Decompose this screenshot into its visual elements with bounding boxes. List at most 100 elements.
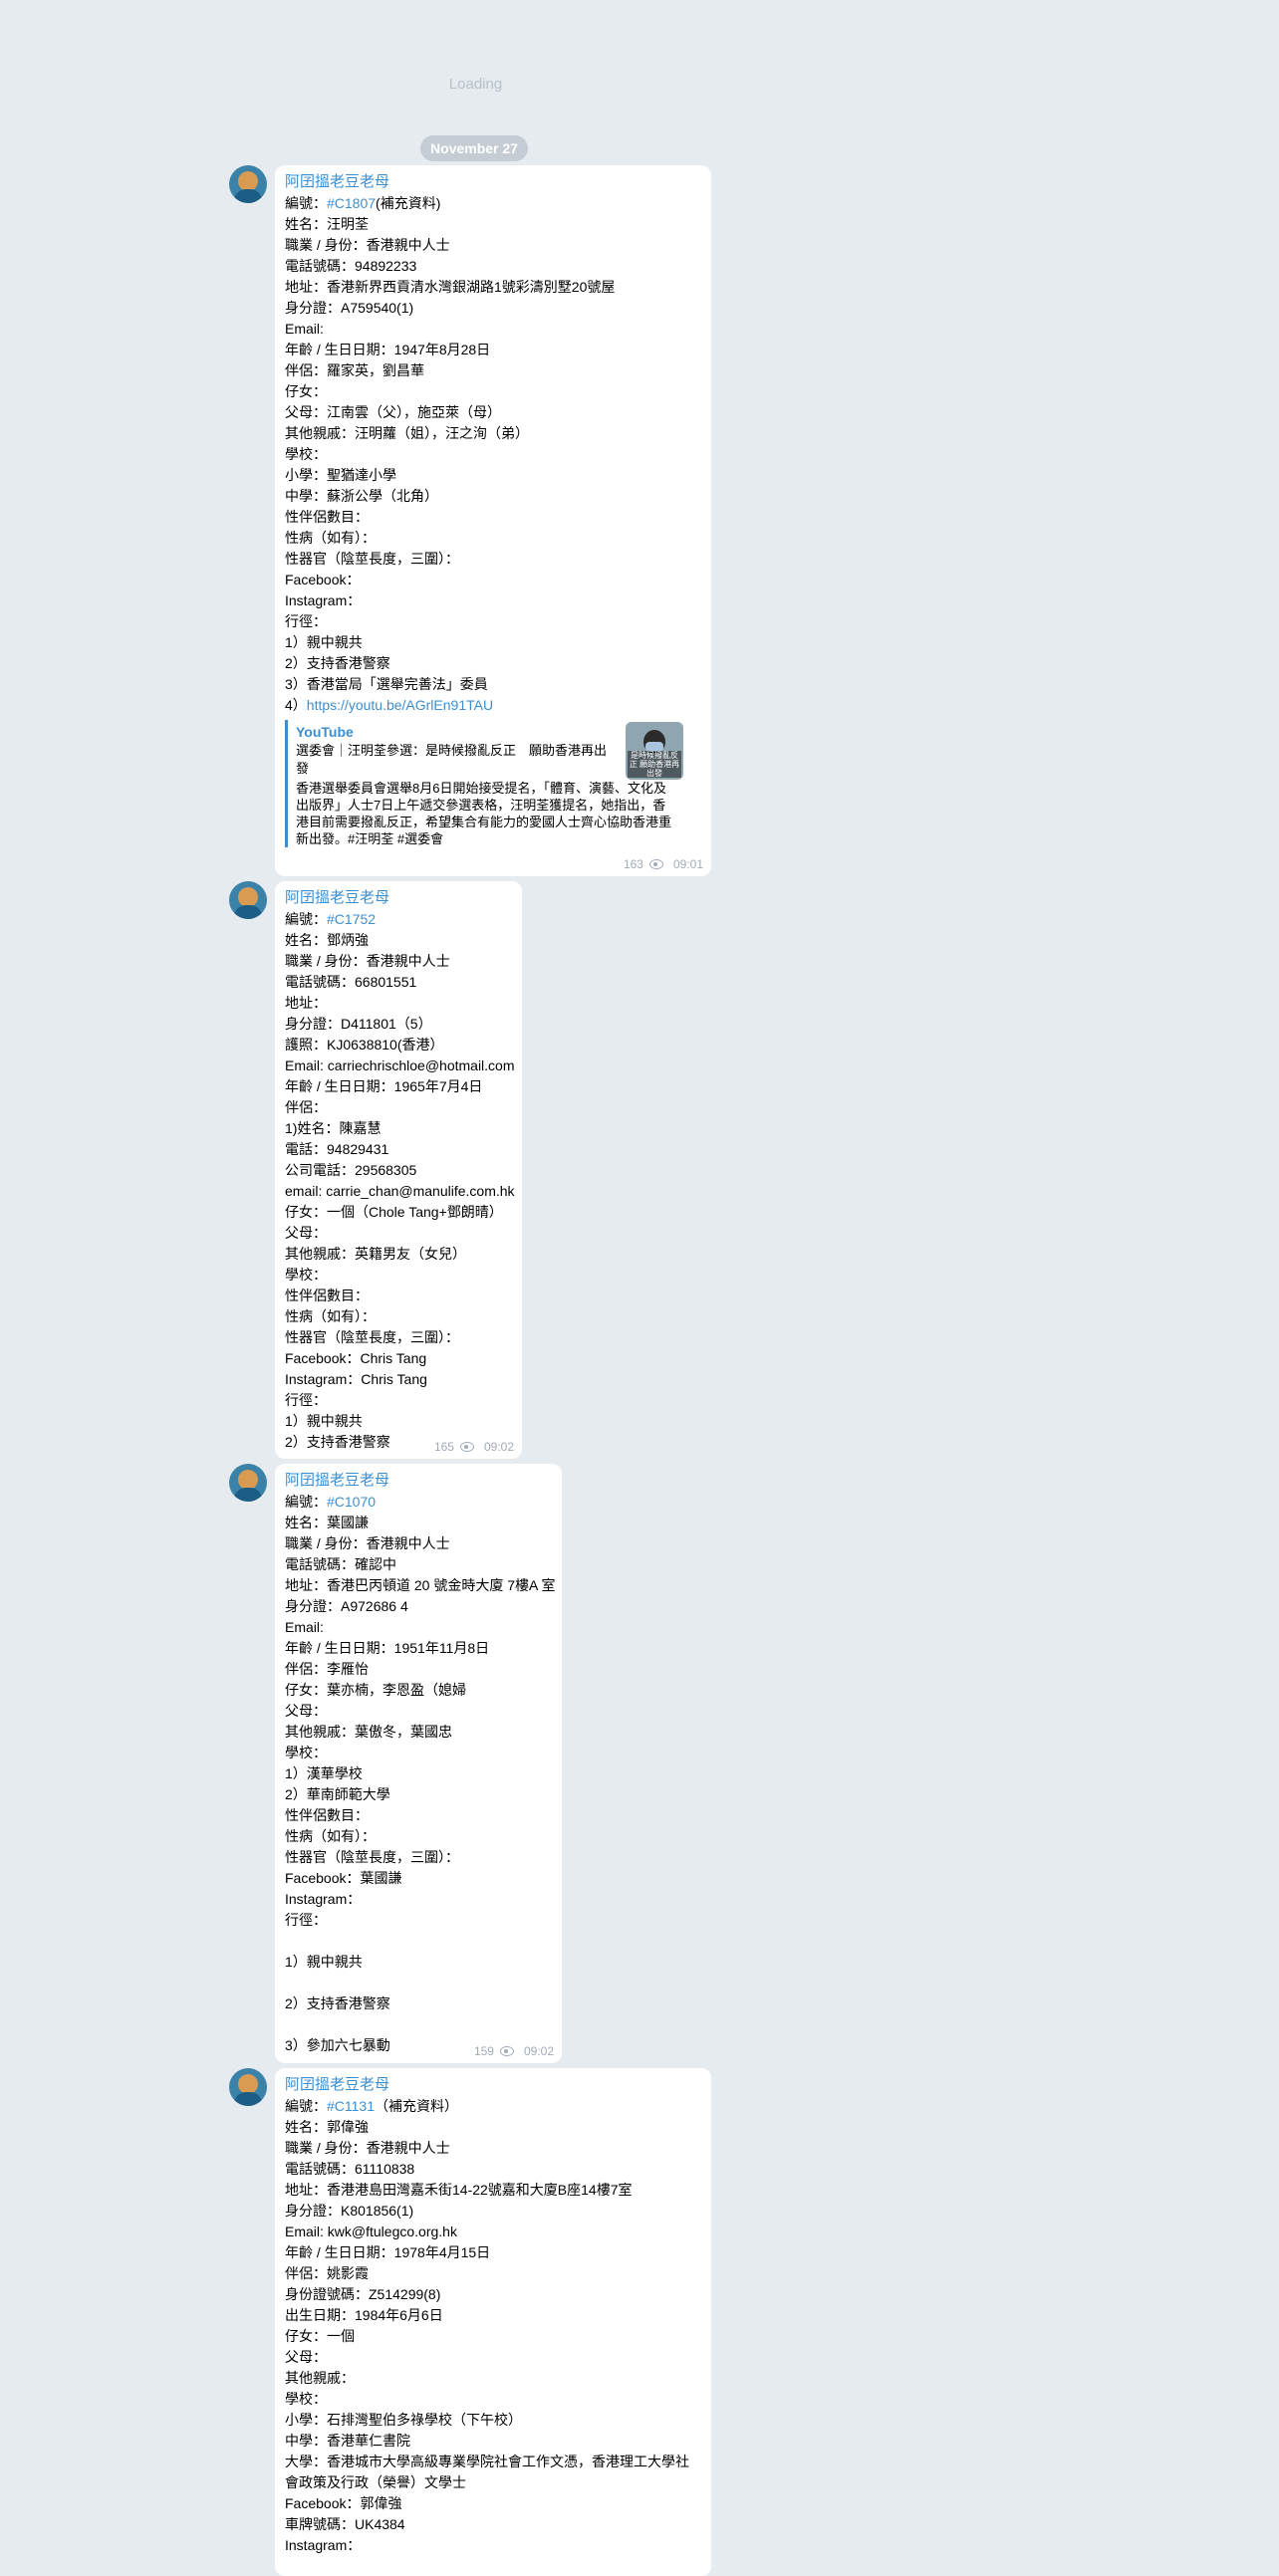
message-line: Email: — [285, 321, 324, 337]
line-label: 編號： — [285, 911, 327, 927]
message-line: 2）支持香港警察 — [285, 1995, 390, 2011]
line-label: 編號： — [285, 1494, 327, 1510]
hashtag-link[interactable]: https://youtu.be/AGrlEn91TAU — [307, 697, 493, 713]
avatar[interactable] — [229, 1464, 267, 1502]
message-line: 地址：香港新界西貢清水灣銀湖路1號彩濤別墅20號屋 — [285, 279, 616, 295]
thumbnail-caption: 是時候撥亂反正 願助香港再出發 — [628, 751, 681, 778]
message-line: 年齡 / 生日日期：1947年8月28日 — [285, 342, 491, 357]
avatar[interactable] — [229, 165, 267, 203]
message-line: 性伴侶數目： — [285, 1807, 369, 1823]
message-line: 中學：香港華仁書院 — [285, 2433, 410, 2449]
eye-icon — [648, 859, 663, 869]
message-line: 1)姓名：陳嘉慧 — [285, 1120, 382, 1136]
hashtag-link[interactable]: #C1752 — [327, 911, 376, 927]
message-line: 2）支持香港警察 — [285, 655, 390, 671]
message-line: Email: — [285, 1619, 324, 1635]
avatar[interactable] — [229, 881, 267, 919]
message-line: 地址：香港港島田灣嘉禾街14-22號嘉和大廈B座14樓7室 — [285, 2182, 633, 2198]
link-preview[interactable]: YouTube 選委會｜汪明荃參選：是時候撥亂反正 願助香港再出發 香港選舉委員… — [285, 720, 683, 847]
message-line — [285, 1973, 552, 1993]
message-line: 1）親中親共 — [285, 1413, 363, 1429]
view-count: 163 — [623, 857, 643, 871]
message-line: 其他親戚：英籍男友（女兒） — [285, 1246, 466, 1262]
message-line: 出生日期：1984年6月6日 — [285, 2307, 443, 2323]
message-time: 09:01 — [672, 857, 703, 871]
eye-icon — [499, 2046, 514, 2056]
message-line: 性器官（陰莖長度，三圍）： — [285, 551, 459, 567]
view-count: 159 — [473, 2044, 494, 2058]
hashtag-link[interactable]: #C1131 — [327, 2098, 375, 2114]
message-line: 中學：蘇浙公學（北角） — [285, 488, 438, 504]
line-label: 編號： — [285, 2098, 327, 2114]
message-time: 09:02 — [523, 2044, 554, 2058]
message-line: 1）親中親共 — [285, 634, 363, 650]
sender-name[interactable]: 阿囝搵老豆老母 — [285, 887, 512, 909]
message-text: 編號：#C1752 姓名：鄧炳強 職業 / 身份：香港親中人士 電話號碼：668015… — [285, 909, 515, 1453]
message-line: 年齡 / 生日日期：1951年11月8日 — [285, 1640, 490, 1656]
message-line: 1）親中親共 — [285, 1954, 363, 1970]
message-line: 編號：#C1752 — [285, 909, 512, 930]
eye-icon — [459, 1442, 474, 1452]
message-line: 性病（如有）： — [285, 1308, 376, 1324]
message-line: 性伴侶數目： — [285, 509, 369, 525]
message-line: 性器官（陰莖長度，三圍）： — [285, 1849, 459, 1865]
message-line: 身分證：A972686 4 — [285, 1598, 408, 1614]
message-line: 仔女：一個（Chole Tang+鄧朗晴） — [285, 1204, 503, 1220]
message-line: 護照：KJ0638810(香港） — [285, 1037, 444, 1053]
line-suffix: (補充資料) — [376, 195, 441, 211]
message-line: Email: kwk@ftulegco.org.hk — [285, 2224, 457, 2239]
message-line — [285, 1931, 552, 1952]
message-line: 3）香港當局「選舉完善法」委員 — [285, 676, 488, 692]
message-line: 編號：#C1070 — [285, 1492, 552, 1513]
message-time: 09:02 — [483, 1440, 514, 1454]
message-line: 仔女：一個 — [285, 2328, 355, 2344]
message-line: 職業 / 身份：香港親中人士 — [285, 1535, 450, 1551]
message-line: 其他親戚：葉傲冬，葉國忠 — [285, 1724, 452, 1740]
message-meta: 159 09:02 — [474, 2044, 554, 2058]
message-line: 性病（如有）： — [285, 530, 376, 546]
message-line: 伴侶：李雁怡 — [285, 1661, 369, 1677]
message-line: 2）華南師範大學 — [285, 1786, 390, 1802]
hashtag-link[interactable]: #C1070 — [327, 1494, 376, 1510]
message-line: Facebook：Chris Tang — [285, 1350, 427, 1366]
loading-indicator: Loading — [448, 76, 503, 93]
message-line: 學校： — [285, 1745, 327, 1760]
message-line: 大學：香港城市大學高級專業學院社會工作文憑，香港理工大學社 — [285, 2454, 689, 2469]
message-line: 職業 / 身份：香港親中人士 — [285, 953, 450, 969]
message-line: 車牌號碼：UK4384 — [285, 2516, 405, 2532]
message-line: 父母： — [285, 1703, 327, 1719]
message-line: 性病（如有）： — [285, 1828, 376, 1844]
message-line: 父母： — [285, 1225, 327, 1241]
message-line: Instagram： — [285, 1891, 362, 1907]
message-line: 年齡 / 生日日期：1965年7月4日 — [285, 1078, 483, 1094]
message-line: 電話號碼：66801551 — [285, 974, 417, 990]
message-line: 其他親戚： — [285, 2370, 355, 2386]
preview-site: YouTube — [296, 724, 354, 740]
message-line: 學校： — [285, 2391, 327, 2407]
hashtag-link[interactable]: #C1807 — [327, 195, 376, 211]
message-meta: 163 09:01 — [624, 857, 703, 871]
message-line: 學校： — [285, 446, 327, 462]
message-line: 伴侶： — [285, 1099, 327, 1115]
sender-name[interactable]: 阿囝搵老豆老母 — [285, 1470, 552, 1492]
message-line: 電話號碼：94892233 — [285, 258, 417, 274]
message-text: 編號：#C1807(補充資料) 姓名：汪明荃職業 / 身份：香港親中人士 電話號碼：… — [285, 193, 701, 716]
line-label: 編號： — [285, 195, 327, 211]
message-line: 職業 / 身份：香港親中人士 — [285, 237, 450, 253]
message-line: 伴侶：羅家英，劉昌華 — [285, 362, 424, 378]
message-line: 身分證：D411801（5） — [285, 1016, 432, 1032]
message-line: 公司電話：29568305 — [285, 1162, 417, 1178]
message-line: 姓名：汪明荃 — [285, 216, 369, 232]
message-line: 4）https://youtu.be/AGrlEn91TAU — [285, 695, 701, 716]
message-line: 行徑： — [285, 613, 327, 629]
sender-name[interactable]: 阿囝搵老豆老母 — [285, 171, 701, 193]
date-separator: November 27 — [420, 135, 528, 161]
message-line: 性器官（陰莖長度，三圍）： — [285, 1329, 459, 1345]
message-line: 姓名：葉國謙 — [285, 1515, 369, 1530]
message-text: 編號：#C1131（補充資料） 姓名：郭偉強 職業 / 身份：香港親中人士 電話號碼：… — [285, 2096, 701, 2556]
message-line: 其他親戚：汪明蘿（姐），汪之洵（弟） — [285, 425, 529, 441]
message-line: 行徑： — [285, 1392, 327, 1408]
sender-name[interactable]: 阿囝搵老豆老母 — [285, 2074, 701, 2096]
avatar[interactable] — [229, 2068, 267, 2106]
message-line: 編號：#C1131（補充資料） — [285, 2096, 701, 2117]
